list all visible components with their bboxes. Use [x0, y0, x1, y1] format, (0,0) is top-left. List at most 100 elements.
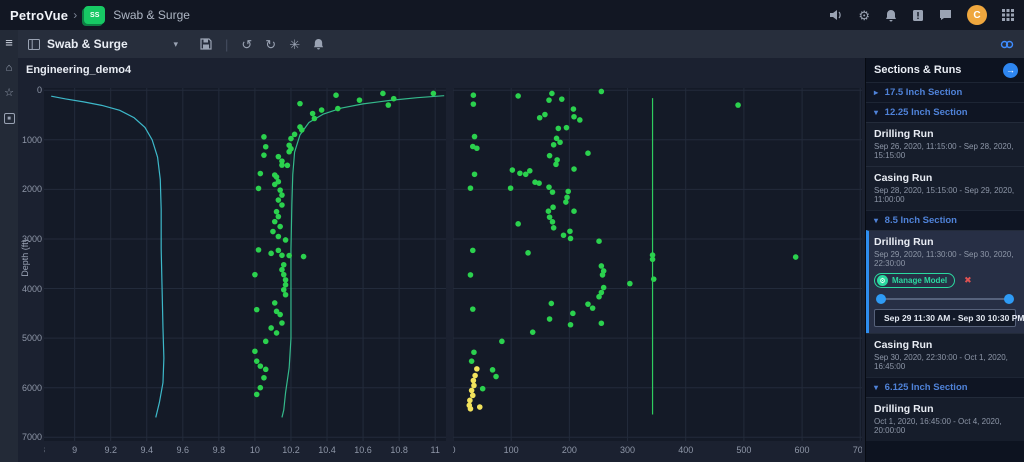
- manage-model-label: Manage Model: [892, 276, 947, 285]
- section-header-8-5[interactable]: ▾ 8.5 Inch Section: [866, 210, 1024, 230]
- caret-down-icon: ▾: [874, 108, 878, 117]
- layout-icon: [28, 39, 40, 50]
- svg-text:400: 400: [678, 445, 693, 455]
- save-icon[interactable]: [200, 38, 212, 50]
- svg-text:100: 100: [504, 445, 519, 455]
- run-name: Drilling Run: [874, 236, 1016, 248]
- slider-handle-end[interactable]: [1004, 294, 1014, 304]
- run-name: Casing Run: [874, 172, 1016, 184]
- collapse-panel-button[interactable]: →: [1003, 63, 1018, 78]
- pressure-chart[interactable]: 0100200300400500600700: [453, 88, 862, 456]
- svg-text:600: 600: [795, 445, 810, 455]
- frame-icon[interactable]: ■: [4, 113, 15, 124]
- sidebar-title: Sections & Runs: [874, 64, 961, 76]
- section-header-17-5[interactable]: ▸ 17.5 Inch Section: [866, 82, 1024, 102]
- run-range: Sep 26, 2020, 11:15:00 - Sep 28, 2020, 1…: [874, 142, 1016, 160]
- section-label: 12.25 Inch Section: [885, 107, 968, 118]
- remove-model-icon[interactable]: ✖: [964, 275, 972, 286]
- date-range-value: Sep 29 11:30 AM - Sep 30 10:30 PM: [884, 313, 1024, 323]
- star-icon[interactable]: ☆: [4, 88, 14, 99]
- avatar[interactable]: C: [967, 5, 987, 25]
- gear-icon[interactable]: ⚙: [858, 9, 870, 22]
- svg-text:9.4: 9.4: [140, 445, 153, 455]
- run-item-drilling-1[interactable]: Drilling Run Sep 26, 2020, 11:15:00 - Se…: [866, 122, 1024, 166]
- run-name: Drilling Run: [874, 403, 1016, 415]
- depth-axis-label: Depth (ft): [20, 239, 30, 277]
- chat-icon[interactable]: [939, 9, 952, 21]
- slider-handle-start[interactable]: [876, 294, 886, 304]
- menu-icon[interactable]: ≡: [5, 36, 13, 49]
- slider-track[interactable]: [880, 298, 1010, 300]
- caret-down-icon: ▾: [173, 39, 178, 50]
- svg-text:500: 500: [736, 445, 751, 455]
- toolbar-separator: |: [225, 37, 228, 52]
- volume-icon[interactable]: [829, 9, 843, 21]
- svg-text:9: 9: [72, 445, 77, 455]
- left-rail: ≡ ⌂ ☆ ■: [0, 30, 18, 462]
- time-range-slider[interactable]: [876, 292, 1014, 306]
- sidebar-header: Sections & Runs →: [866, 58, 1024, 82]
- run-item-casing-2[interactable]: Casing Run Sep 30, 2020, 22:30:00 - Oct …: [866, 333, 1024, 377]
- undo-icon[interactable]: ↺: [241, 38, 252, 51]
- chart-workspace: Engineering_demo4 0100020003000400050006…: [18, 58, 865, 462]
- svg-text:10: 10: [250, 445, 260, 455]
- view-selector-label: Swab & Surge: [47, 37, 128, 51]
- svg-text:8.8: 8.8: [44, 445, 45, 455]
- depth-tick-label: 7000: [18, 432, 42, 442]
- sections-runs-panel: Sections & Runs → ▸ 17.5 Inch Section ▾ …: [865, 58, 1024, 462]
- section-header-12-25[interactable]: ▾ 12.25 Inch Section: [866, 102, 1024, 122]
- link-icon[interactable]: [1000, 40, 1014, 49]
- depth-tick-label: 2000: [18, 184, 42, 194]
- breadcrumb-separator: ›: [73, 8, 77, 22]
- svg-text:11: 11: [431, 445, 440, 455]
- top-bar: PetroVue › SS Swab & Surge ⚙ C: [0, 0, 1024, 30]
- run-range: Oct 1, 2020, 16:45:00 - Oct 4, 2020, 20:…: [874, 417, 1016, 435]
- section-header-6-125[interactable]: ▾ 6.125 Inch Section: [866, 377, 1024, 397]
- breadcrumb-page-title: Swab & Surge: [113, 8, 190, 22]
- toolbar: Swab & Surge ▾ | ↺ ↻ ✳: [18, 30, 1024, 58]
- swab-surge-chart[interactable]: 8.899.29.49.69.81010.210.410.610.811: [44, 88, 446, 456]
- sparkle-icon[interactable]: ✳: [289, 38, 300, 51]
- depth-tick-label: 5000: [18, 333, 42, 343]
- bell-icon[interactable]: [885, 9, 897, 22]
- run-item-drilling-selected[interactable]: Drilling Run Sep 29, 2020, 11:30:00 - Se…: [866, 230, 1024, 333]
- depth-tick-label: 1000: [18, 135, 42, 145]
- report-icon[interactable]: [912, 9, 924, 22]
- manage-model-button[interactable]: ⚙ Manage Model: [874, 273, 955, 288]
- svg-text:10.8: 10.8: [390, 445, 408, 455]
- brand-logo[interactable]: PetroVue: [10, 8, 68, 23]
- svg-text:300: 300: [620, 445, 635, 455]
- svg-text:700: 700: [853, 445, 862, 455]
- caret-down-icon: ▾: [874, 216, 878, 225]
- run-name: Casing Run: [874, 339, 1016, 351]
- run-item-casing-1[interactable]: Casing Run Sep 28, 2020, 15:15:00 - Sep …: [866, 166, 1024, 210]
- app-window: PetroVue › SS Swab & Surge ⚙ C ≡: [0, 0, 1024, 462]
- run-item-drilling-3[interactable]: Drilling Run Oct 1, 2020, 16:45:00 - Oct…: [866, 397, 1024, 441]
- depth-tick-label: 6000: [18, 383, 42, 393]
- bell-icon[interactable]: [313, 38, 324, 50]
- section-label: 17.5 Inch Section: [885, 87, 963, 98]
- section-label: 6.125 Inch Section: [885, 382, 968, 393]
- caret-right-icon: ▸: [874, 88, 878, 97]
- redo-icon[interactable]: ↻: [265, 38, 276, 51]
- svg-text:9.6: 9.6: [177, 445, 190, 455]
- svg-text:9.2: 9.2: [104, 445, 117, 455]
- home-icon[interactable]: ⌂: [6, 63, 13, 74]
- apps-grid-icon[interactable]: [1002, 9, 1014, 21]
- depth-tick-label: 4000: [18, 284, 42, 294]
- model-status-icon: ⚙: [877, 275, 888, 286]
- caret-down-icon: ▾: [874, 383, 878, 392]
- view-selector-dropdown[interactable]: Swab & Surge ▾: [28, 37, 178, 51]
- section-label: 8.5 Inch Section: [885, 215, 957, 226]
- workspace-title: Engineering_demo4: [26, 64, 131, 76]
- run-range: Sep 28, 2020, 15:15:00 - Sep 29, 2020, 1…: [874, 186, 1016, 204]
- run-name: Drilling Run: [874, 128, 1016, 140]
- svg-text:200: 200: [562, 445, 577, 455]
- svg-text:10.6: 10.6: [354, 445, 372, 455]
- run-range: Sep 29, 2020, 11:30:00 - Sep 30, 2020, 2…: [874, 250, 1016, 268]
- run-range: Sep 30, 2020, 22:30:00 - Oct 1, 2020, 16…: [874, 353, 1016, 371]
- sidebar-filler: [866, 441, 1024, 462]
- svg-text:10.4: 10.4: [318, 445, 336, 455]
- date-range-input[interactable]: Sep 29 11:30 AM - Sep 30 10:30 PM: [874, 309, 1016, 327]
- svg-text:10.2: 10.2: [282, 445, 300, 455]
